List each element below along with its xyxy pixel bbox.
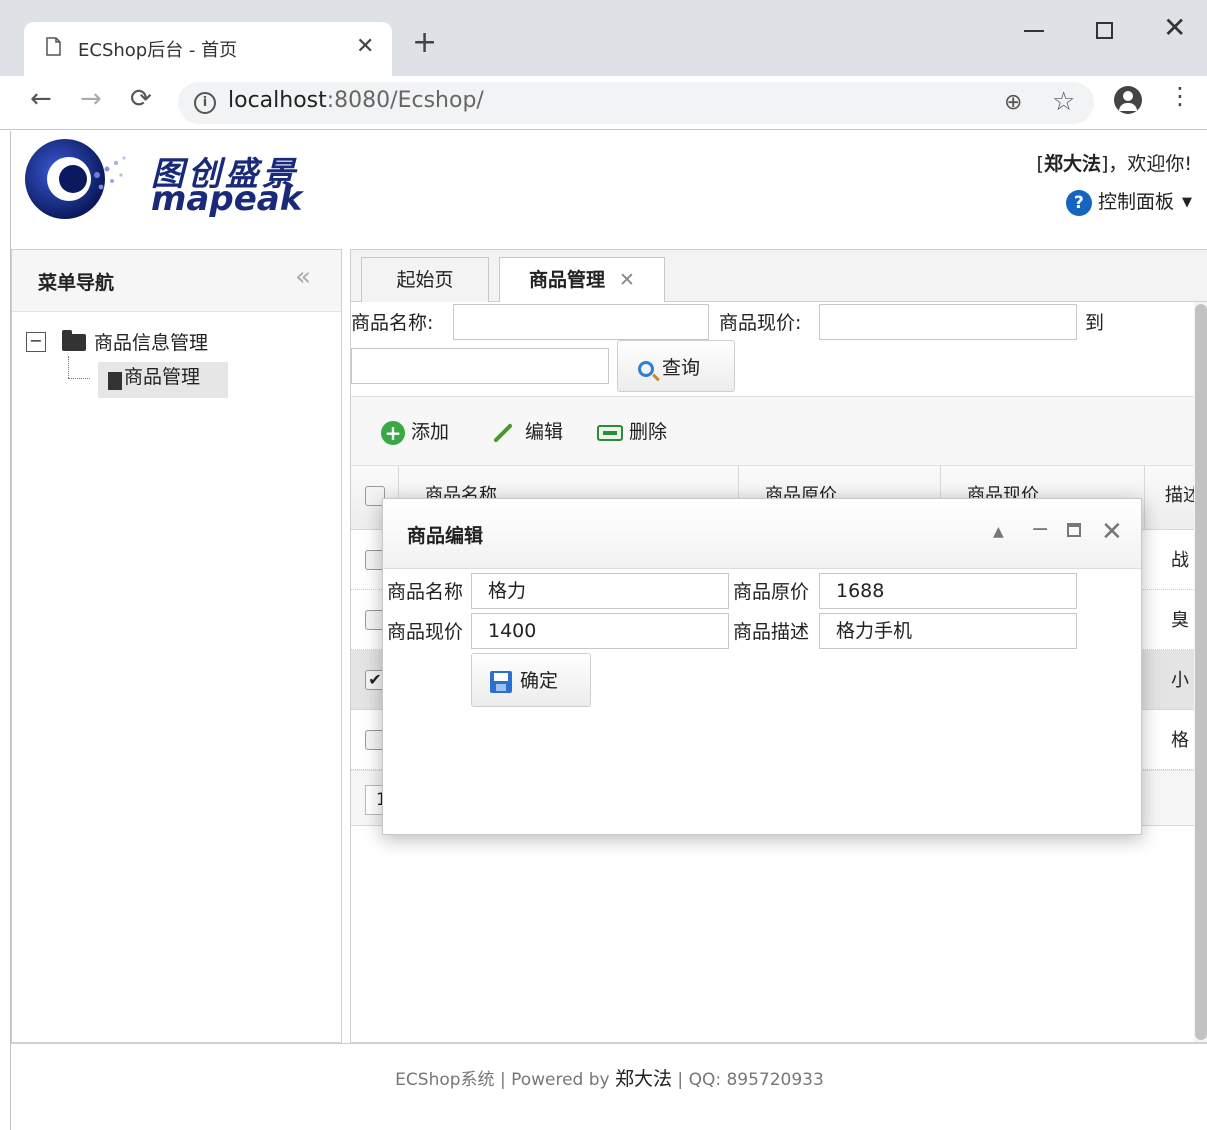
name-label: 商品名称 — [387, 577, 464, 604]
goods-edit-dialog: 商品编辑 ▲ − ✕ 商品名称 格力 商品原价 1688 商品现价 1400 商… — [382, 498, 1142, 835]
page-icon — [46, 37, 61, 56]
search-form: 商品名称: 商品现价: 到 查询 — [351, 302, 1196, 396]
tree-connector — [68, 356, 69, 378]
row-desc-cell: 战 — [1171, 550, 1189, 571]
browser-tab-strip: ECShop后台 - 首页 ✕ + ✕ — [0, 0, 1207, 76]
address-bar: ← → ⟳ i localhost:8080/Ecshop/ ⊕ ☆ ⋮ — [0, 76, 1207, 130]
row-desc-cell: 格 — [1171, 730, 1189, 751]
orig-price-label: 商品原价 — [733, 577, 810, 604]
column-header-desc[interactable]: 描述 — [1145, 466, 1196, 530]
menu-navigation-title: 菜单导航 — [38, 272, 115, 294]
bookmark-star-icon[interactable]: ☆ — [1052, 88, 1075, 117]
zoom-icon[interactable]: ⊕ — [1004, 90, 1022, 115]
new-tab-icon[interactable]: + — [412, 28, 437, 58]
info-icon[interactable]: i — [194, 92, 216, 114]
vertical-scrollbar[interactable] — [1194, 302, 1207, 1042]
browser-tab-title: ECShop后台 - 首页 — [78, 40, 238, 61]
tab-label: 起始页 — [396, 269, 454, 291]
footer-text: ECShop系统 | Powered by — [395, 1070, 616, 1090]
folder-open-icon — [62, 330, 86, 351]
tab-goods-manage[interactable]: 商品管理 ✕ — [499, 257, 665, 303]
file-icon — [108, 372, 122, 390]
menu-navigation-panel: 菜单导航 « − 商品信息管理 商品管理 — [11, 249, 342, 1043]
orig-price-field[interactable]: 1688 — [819, 573, 1077, 609]
account-icon[interactable] — [1114, 86, 1142, 114]
logo: 图创盛景 mapeak — [23, 135, 303, 221]
help-icon: ? — [1065, 189, 1092, 216]
goods-name-input[interactable] — [453, 304, 709, 340]
control-panel-label: 控制面板 — [1097, 191, 1174, 213]
welcome-text: [郑大法]，欢迎你! — [1036, 153, 1192, 175]
cur-price-field[interactable]: 1400 — [471, 613, 729, 649]
search-icon — [638, 360, 654, 377]
current-price-label: 商品现价: — [719, 312, 802, 334]
maximize-icon[interactable] — [1067, 523, 1081, 537]
menu-navigation-header: 菜单导航 « — [12, 250, 341, 312]
delete-button-label: 删除 — [629, 421, 668, 443]
tree-node-label: 商品管理 — [124, 366, 201, 388]
goods-name-label: 商品名称: — [351, 312, 434, 334]
to-label: 到 — [1085, 312, 1105, 334]
footer-qq: | QQ: 895720933 — [672, 1070, 824, 1090]
confirm-button[interactable]: 确定 — [471, 653, 591, 707]
row-desc-cell: 小 — [1171, 670, 1189, 691]
forward-icon[interactable]: → — [80, 86, 102, 112]
collapse-up-icon[interactable]: ▲ — [993, 525, 1004, 539]
price-max-input[interactable] — [351, 348, 609, 384]
delete-button[interactable]: 删除 — [597, 417, 667, 444]
tree-node-goods-info[interactable]: − 商品信息管理 — [26, 328, 246, 362]
logo-mark-icon — [25, 139, 126, 219]
logo-english-text: mapeak — [151, 179, 303, 219]
collapse-panel-icon[interactable]: « — [295, 264, 311, 290]
tab-home[interactable]: 起始页 — [361, 257, 489, 303]
app-header: 图创盛景 mapeak [郑大法]，欢迎你! ? 控制面板 ▼ — [11, 131, 1207, 249]
cur-price-label: 商品现价 — [387, 617, 464, 644]
add-button[interactable]: + 添加 — [381, 417, 449, 445]
query-button[interactable]: 查询 — [617, 340, 735, 392]
control-panel-menu[interactable]: ? 控制面板 ▼ — [1065, 187, 1192, 216]
price-min-input[interactable] — [819, 304, 1077, 340]
minimize-window-icon[interactable] — [1024, 30, 1044, 32]
delete-icon — [597, 424, 623, 441]
tabs-bar: 起始页 商品管理 ✕ — [351, 250, 1207, 303]
desc-field[interactable]: 格力手机 — [819, 613, 1077, 649]
add-icon: + — [381, 420, 405, 445]
close-tab-icon[interactable]: ✕ — [356, 34, 374, 59]
current-user: 郑大法 — [1043, 153, 1101, 175]
grid-toolbar: + 添加 编辑 删除 — [351, 396, 1196, 466]
maximize-window-icon[interactable] — [1096, 22, 1113, 39]
url-text: localhost:8080/Ecshop/ — [228, 88, 484, 113]
close-icon[interactable]: ✕ — [1101, 519, 1123, 545]
query-button-label: 查询 — [662, 357, 701, 379]
name-field[interactable]: 格力 — [471, 573, 729, 609]
dialog-title: 商品编辑 — [407, 525, 484, 547]
pencil-icon — [493, 422, 513, 443]
close-tab-icon[interactable]: ✕ — [619, 269, 635, 291]
close-window-icon[interactable]: ✕ — [1163, 14, 1186, 42]
minimize-icon[interactable]: − — [1031, 519, 1049, 541]
tree-connector — [68, 378, 90, 379]
save-icon — [490, 670, 512, 693]
row-desc-cell: 臭 — [1171, 610, 1189, 631]
add-button-label: 添加 — [411, 421, 450, 443]
caret-down-icon: ▼ — [1182, 195, 1192, 210]
footer-author: 郑大法 — [615, 1068, 673, 1090]
browser-tab[interactable]: ECShop后台 - 首页 ✕ — [24, 22, 392, 76]
tree-collapse-icon[interactable]: − — [26, 332, 46, 352]
reload-icon[interactable]: ⟳ — [130, 86, 152, 112]
edit-button-label: 编辑 — [525, 421, 564, 443]
page-footer: ECShop系统 | Powered by 郑大法 | QQ: 89572093… — [11, 1043, 1207, 1130]
edit-button[interactable]: 编辑 — [491, 417, 563, 444]
dialog-header: 商品编辑 ▲ − ✕ — [383, 499, 1141, 569]
tree-node-label: 商品信息管理 — [94, 332, 209, 354]
desc-label: 商品描述 — [733, 617, 810, 644]
url-field[interactable]: i localhost:8080/Ecshop/ ⊕ ☆ — [178, 82, 1094, 124]
browser-menu-icon[interactable]: ⋮ — [1168, 84, 1192, 108]
confirm-button-label: 确定 — [520, 670, 559, 692]
tab-label: 商品管理 — [529, 269, 606, 291]
scrollbar-thumb[interactable] — [1195, 304, 1207, 1040]
back-icon[interactable]: ← — [30, 86, 52, 112]
